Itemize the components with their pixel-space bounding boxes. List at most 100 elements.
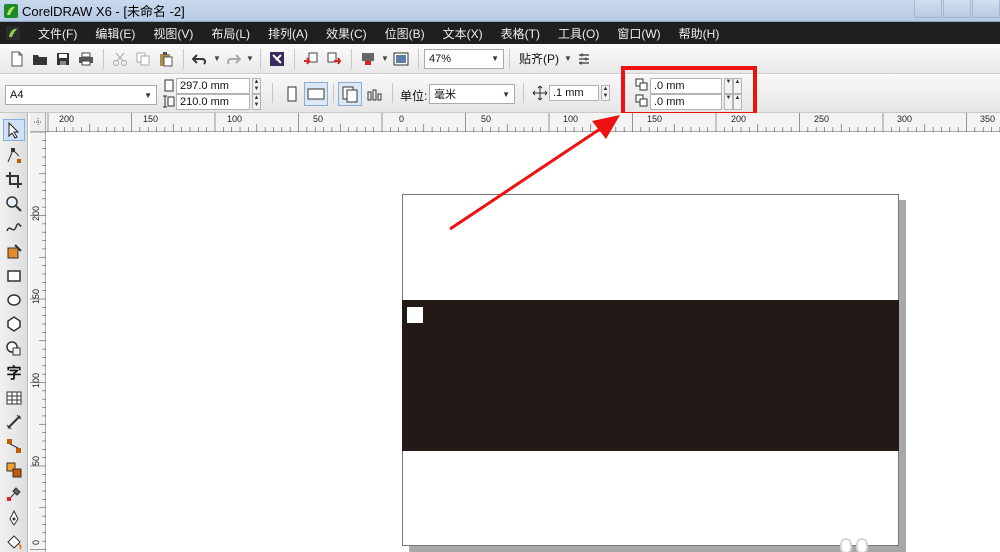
- menu-bitmaps[interactable]: 位图(B): [376, 25, 434, 42]
- close-button[interactable]: [972, 0, 1000, 18]
- h-ruler-label: 200: [731, 114, 747, 124]
- zoom-level-value: 47%: [429, 52, 452, 65]
- page-height-spinner[interactable]: ▲ ▼: [252, 94, 261, 110]
- welcome-screen-button[interactable]: [390, 48, 412, 70]
- landscape-button[interactable]: [304, 82, 328, 106]
- eyedropper-tool[interactable]: [3, 483, 25, 505]
- connector-tool[interactable]: [3, 435, 25, 457]
- eyedropper-icon: [7, 487, 21, 501]
- undo-button[interactable]: [189, 48, 211, 70]
- dark-rectangle-object[interactable]: [402, 300, 899, 451]
- fill-tool[interactable]: [3, 531, 25, 552]
- page-height-field[interactable]: 210.0 mm: [176, 94, 250, 110]
- table-tool[interactable]: [3, 387, 25, 409]
- interactive-blend-tool[interactable]: [3, 459, 25, 481]
- v-ruler-label: 200: [31, 206, 41, 222]
- smart-fill-icon: [7, 244, 22, 259]
- menu-arrange[interactable]: 排列(A): [259, 25, 317, 42]
- launcher-dropdown-icon[interactable]: ▼: [380, 54, 390, 63]
- menu-layout[interactable]: 布局(L): [202, 25, 259, 42]
- h-ruler-label: 250: [814, 114, 830, 124]
- crop-tool[interactable]: [3, 169, 25, 191]
- rectangle-tool[interactable]: [3, 265, 25, 287]
- options-button[interactable]: [573, 48, 595, 70]
- undo-dropdown-icon[interactable]: ▼: [212, 54, 222, 63]
- annotation-arrow: [449, 115, 620, 231]
- app-menu-icon[interactable]: [5, 25, 21, 41]
- page-width-spinner[interactable]: ▲ ▼: [252, 78, 261, 94]
- paper-size-combo[interactable]: A4 ▼: [5, 85, 157, 105]
- welcome-screen-icon: [393, 52, 409, 65]
- menu-window[interactable]: 窗口(W): [608, 25, 669, 42]
- units-combo[interactable]: 毫米 ▼: [429, 84, 515, 104]
- menu-effects[interactable]: 效果(C): [317, 25, 376, 42]
- toolbar-separator: [351, 48, 352, 69]
- h-ruler-label: 150: [143, 114, 159, 124]
- redo-dropdown-icon[interactable]: ▼: [245, 54, 255, 63]
- menu-help[interactable]: 帮助(H): [670, 25, 729, 42]
- toolbar-separator: [103, 48, 104, 69]
- cut-button[interactable]: [109, 48, 131, 70]
- polygon-tool[interactable]: [3, 313, 25, 335]
- new-button[interactable]: [6, 48, 28, 70]
- toolbar-separator: [183, 48, 184, 69]
- chevron-down-icon: ▼: [491, 54, 499, 63]
- menu-table[interactable]: 表格(T): [492, 25, 549, 42]
- h-ruler-label: 50: [313, 114, 324, 124]
- table-grid-icon: [6, 391, 22, 405]
- outline-pen-icon: [9, 509, 19, 526]
- import-icon: [304, 52, 318, 65]
- redo-button[interactable]: [222, 48, 244, 70]
- portrait-icon[interactable]: [285, 85, 299, 103]
- snap-dropdown-icon[interactable]: ▼: [563, 54, 573, 63]
- copy-button[interactable]: [132, 48, 154, 70]
- printer-icon: [79, 52, 93, 65]
- publish-pdf-button[interactable]: [357, 48, 379, 70]
- toolbar-separator: [294, 48, 295, 69]
- menu-tools[interactable]: 工具(O): [549, 25, 608, 42]
- corel-connect-icon: [270, 51, 284, 66]
- pick-tool[interactable]: [3, 119, 25, 141]
- menu-text[interactable]: 文本(X): [434, 25, 492, 42]
- ruler-origin[interactable]: [30, 113, 46, 132]
- page-width-field[interactable]: 297.0 mm: [176, 78, 250, 94]
- menu-view[interactable]: 视图(V): [144, 25, 202, 42]
- zoom-tool[interactable]: [3, 193, 25, 215]
- nudge-distance-spinner[interactable]: ▲ ▼: [601, 85, 610, 101]
- ellipse-tool[interactable]: [3, 289, 25, 311]
- toolbox: 字: [0, 113, 28, 552]
- freehand-tool[interactable]: [3, 217, 25, 239]
- export-button[interactable]: [323, 48, 345, 70]
- search-content-button[interactable]: [266, 48, 288, 70]
- white-square-object[interactable]: [407, 307, 423, 323]
- toolbar-separator: [260, 48, 261, 69]
- print-button[interactable]: [75, 48, 97, 70]
- paste-button[interactable]: [155, 48, 177, 70]
- toolbar-separator: [418, 48, 419, 69]
- import-button[interactable]: [300, 48, 322, 70]
- current-page-icon[interactable]: [366, 85, 384, 103]
- highlight-box: [621, 66, 757, 116]
- text-tool[interactable]: 字: [3, 361, 25, 383]
- all-pages-button[interactable]: [338, 82, 362, 106]
- shape-tool[interactable]: [3, 145, 25, 167]
- nudge-distance-field[interactable]: .1 mm: [549, 85, 599, 101]
- new-document-icon: [11, 51, 23, 66]
- menu-file[interactable]: 文件(F): [29, 25, 86, 42]
- smart-fill-tool[interactable]: [3, 241, 25, 263]
- zoom-level-combo[interactable]: 47% ▼: [424, 48, 504, 69]
- folder-open-icon: [33, 54, 47, 65]
- menu-edit[interactable]: 编辑(E): [86, 25, 144, 42]
- dimension-tool[interactable]: [3, 411, 25, 433]
- window-title: CorelDRAW X6 - [未命名 -2]: [22, 4, 185, 19]
- outline-tool[interactable]: [3, 507, 25, 529]
- basic-shapes-tool[interactable]: [3, 337, 25, 359]
- maximize-button[interactable]: [943, 0, 971, 18]
- open-button[interactable]: [29, 48, 51, 70]
- save-button[interactable]: [52, 48, 74, 70]
- vertical-ruler[interactable]: 200 150 100 50 0: [30, 132, 46, 552]
- toolbar-separator: [333, 83, 334, 103]
- coreldraw-window: CorelDRAW X6 - [未命名 -2] 文件(F) 编辑(E) 视图(V…: [0, 0, 1000, 552]
- snap-to-button[interactable]: 贴齐(P): [515, 50, 563, 67]
- minimize-button[interactable]: [914, 0, 942, 18]
